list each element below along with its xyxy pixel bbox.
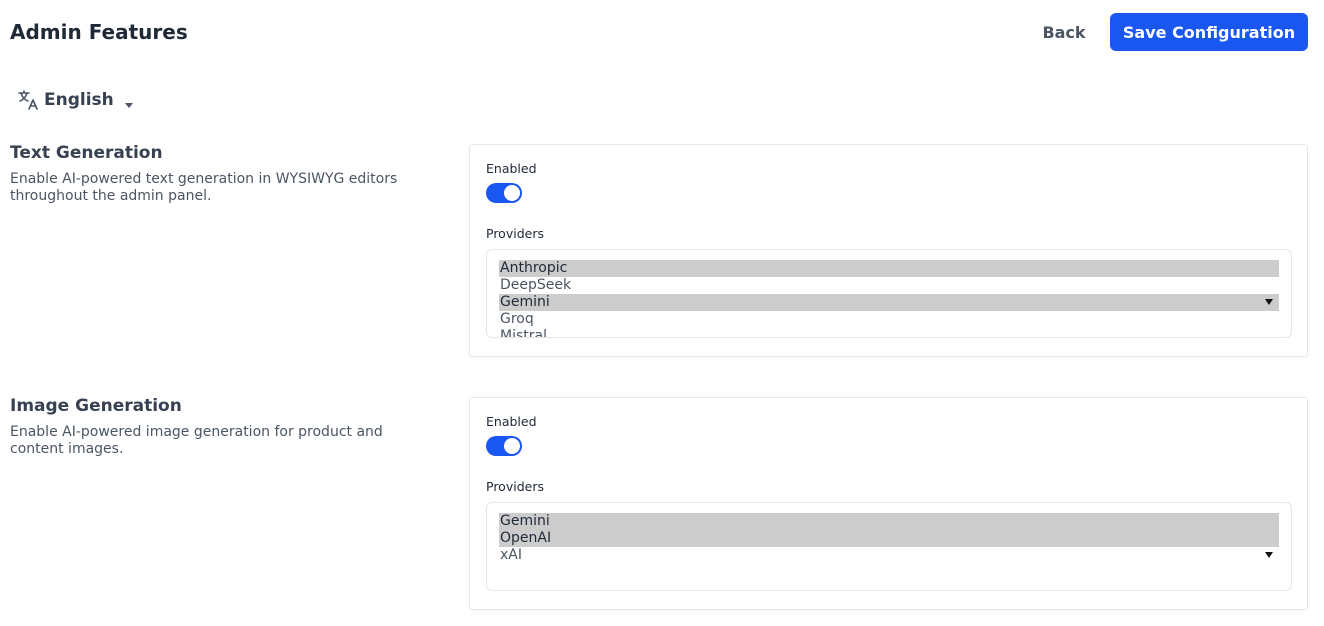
enabled-label: Enabled [486,161,537,176]
enabled-label: Enabled [486,414,537,429]
back-button[interactable]: Back [1030,14,1098,50]
text-generation-enabled-toggle[interactable] [486,183,522,203]
text-providers-select[interactable]: Anthropic DeepSeek Gemini Groq Mistral [486,249,1292,338]
provider-option-mistral[interactable]: Mistral [499,328,1279,337]
toggle-knob [504,185,520,201]
text-generation-card: Enabled Providers Anthropic DeepSeek Gem… [469,144,1308,357]
page-title: Admin Features [10,20,188,44]
providers-label: Providers [486,226,544,241]
caret-down-icon [124,95,134,108]
provider-option-gemini[interactable]: Gemini [499,513,1279,530]
provider-option-openai[interactable]: OpenAI [499,530,1279,547]
language-switcher[interactable]: English [16,86,134,114]
save-configuration-button[interactable]: Save Configuration [1110,13,1308,51]
toggle-knob [504,438,520,454]
provider-option-anthropic[interactable]: Anthropic [499,260,1279,277]
image-generation-enabled-toggle[interactable] [486,436,522,456]
provider-option-deepseek[interactable]: DeepSeek [499,277,1279,294]
select-arrow-icon [1265,543,1273,558]
section-title-text-generation: Text Generation [10,143,163,163]
section-title-image-generation: Image Generation [10,396,182,416]
translate-icon [16,88,40,112]
provider-option-groq[interactable]: Groq [499,311,1279,328]
section-description-text-generation: Enable AI-powered text generation in WYS… [10,171,398,204]
provider-option-xai[interactable]: xAI [499,547,1279,564]
select-arrow-icon [1265,290,1273,305]
provider-option-gemini[interactable]: Gemini [499,294,1279,311]
image-providers-select[interactable]: Gemini OpenAI xAI [486,502,1292,591]
image-generation-card: Enabled Providers Gemini OpenAI xAI [469,397,1308,610]
page-header: Admin Features Back Save Configuration [0,0,1324,64]
section-description-image-generation: Enable AI-powered image generation for p… [10,424,383,457]
language-label: English [44,90,114,110]
providers-label: Providers [486,479,544,494]
